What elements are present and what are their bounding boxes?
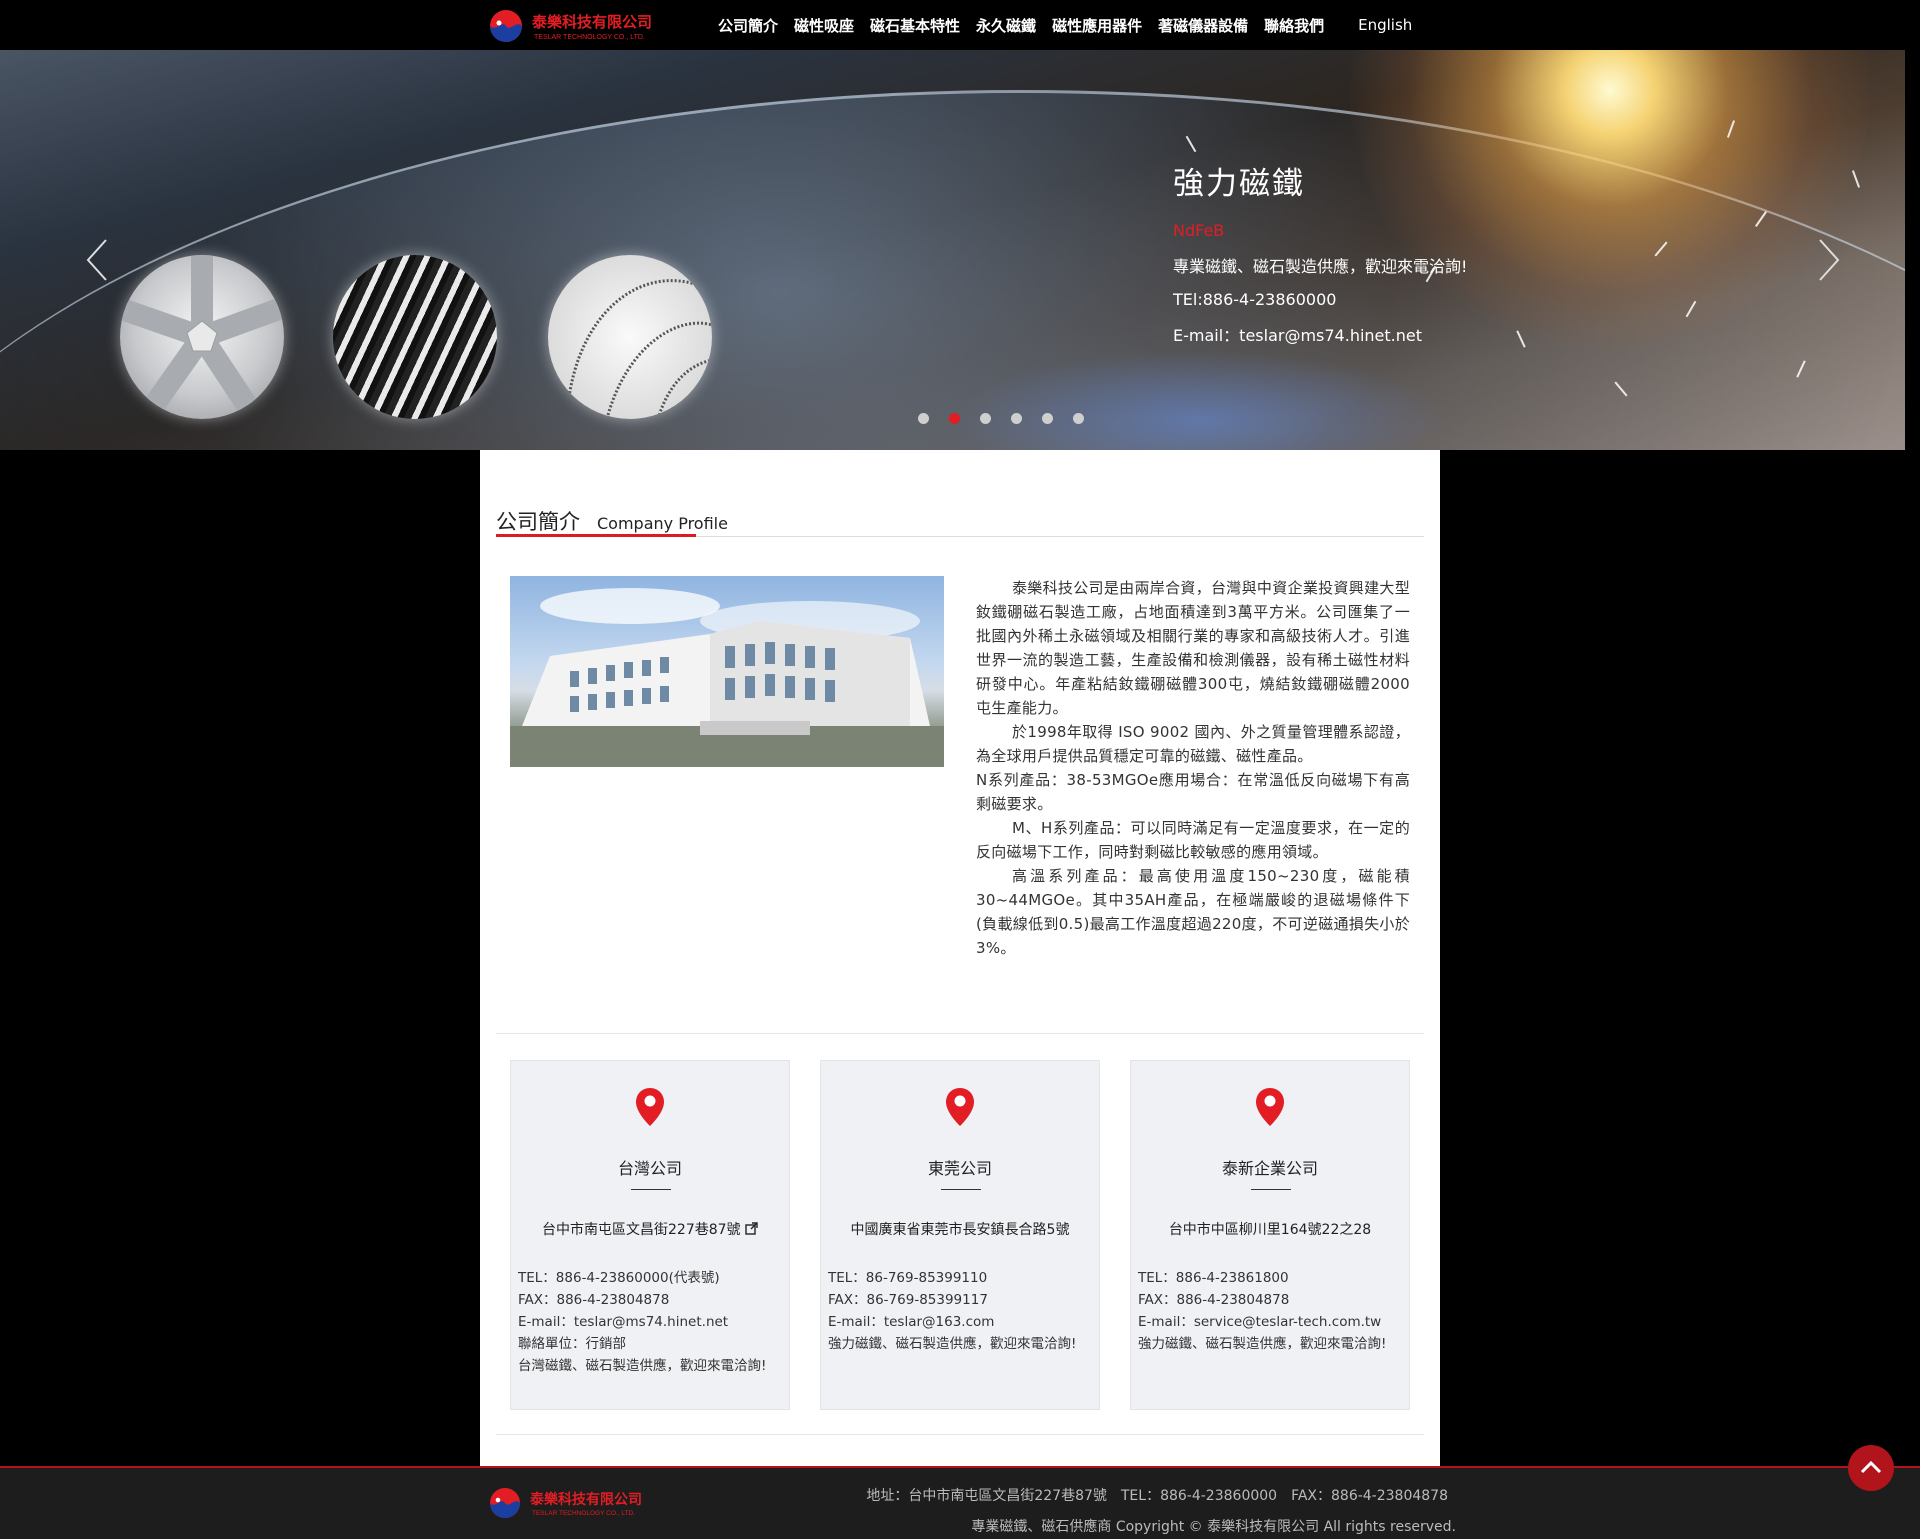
office-fax: FAX：886-4-23804878 bbox=[518, 1292, 670, 1308]
carousel-dot-5[interactable] bbox=[1042, 413, 1053, 424]
profile-paragraph: N系列產品：38-53MGOe應用場合：在常溫低反向磁場下有高剩磁要求。 bbox=[976, 771, 1410, 813]
office-address-link[interactable]: 台中市南屯區文昌街227巷87號 bbox=[511, 1219, 789, 1239]
carousel-dot-2[interactable] bbox=[949, 413, 960, 424]
map-pin-icon bbox=[1256, 1088, 1284, 1126]
back-to-top-button[interactable] bbox=[1848, 1445, 1894, 1491]
office-card-taiwan: 台灣公司 台中市南屯區文昌街227巷87號 TEL：886-4-23860000… bbox=[510, 1060, 790, 1410]
carousel-prev-button[interactable] bbox=[78, 230, 118, 290]
svg-text:TESLAR TECHNOLOGY CO., LTD.: TESLAR TECHNOLOGY CO., LTD. bbox=[534, 34, 645, 41]
carousel-indicators bbox=[918, 413, 1104, 424]
office-email[interactable]: E-mail：teslar@163.com bbox=[828, 1311, 1076, 1333]
office-contact-info: TEL：886-4-23861800 FAX：886-4-23804878 E-… bbox=[1138, 1267, 1386, 1355]
nav-item-profile[interactable]: 公司簡介 bbox=[718, 15, 778, 36]
office-name-rule bbox=[941, 1189, 981, 1190]
office-tel: TEL：886-4-23860000(代表號) bbox=[518, 1270, 720, 1286]
company-logo[interactable]: 泰樂科技有限公司 TESLAR TECHNOLOGY CO., LTD. bbox=[488, 8, 706, 44]
product-image-star-magnet bbox=[120, 255, 284, 419]
office-tel: TEL：86-769-85399110 bbox=[828, 1270, 988, 1286]
office-card-taixin: 泰新企業公司 台中市中區柳川里164號22之28 TEL：886-4-23861… bbox=[1130, 1060, 1410, 1410]
language-switch-english[interactable]: English bbox=[1358, 16, 1412, 34]
profile-paragraph: 於1998年取得 ISO 9002 國內、外之質量管理體系認證，為全球用戶提供品… bbox=[976, 723, 1410, 765]
product-image-arc-magnets bbox=[333, 255, 497, 419]
map-pin-icon bbox=[946, 1088, 974, 1126]
office-name: 泰新企業公司 bbox=[1221, 1159, 1318, 1178]
svg-text:TESLAR TECHNOLOGY CO., LTD.: TESLAR TECHNOLOGY CO., LTD. bbox=[532, 1510, 635, 1517]
banner-text-block: 強力磁鐵 NdFeB 專業磁鐵、磁石製造供應，歡迎來電洽詢! TEl:886-4… bbox=[1173, 158, 1693, 346]
office-note: 強力磁鐵、磁石製造供應，歡迎來電洽詢! bbox=[828, 1336, 1077, 1352]
carousel-dot-4[interactable] bbox=[1011, 413, 1022, 424]
nav-item-magnetic-devices[interactable]: 磁性應用器件 bbox=[1052, 15, 1142, 36]
office-note: 強力磁鐵、磁石製造供應，歡迎來電洽詢! bbox=[1138, 1336, 1387, 1352]
banner-title: 強力磁鐵 bbox=[1173, 166, 1305, 202]
carousel-dot-3[interactable] bbox=[980, 413, 991, 424]
office-email[interactable]: E-mail：service@teslar-tech.com.tw bbox=[1138, 1311, 1386, 1333]
office-card-dongguan: 東莞公司 中國廣東省東莞市長安鎮長合路5號 TEL：86-769-8539911… bbox=[820, 1060, 1100, 1410]
hero-carousel: 強力磁鐵 NdFeB 專業磁鐵、磁石製造供應，歡迎來電洽詢! TEl:886-4… bbox=[0, 50, 1905, 450]
footer-copyright: 專業磁鐵、磁石供應商 Copyright © 泰樂科技有限公司 All righ… bbox=[971, 1519, 1456, 1535]
company-profile-text: 泰樂科技公司是由兩岸合資，台灣與中資企業投資興建大型釹鐵硼磁石製造工廠，占地面積… bbox=[976, 576, 1410, 960]
chevron-up-icon bbox=[1860, 1460, 1882, 1474]
office-name: 東莞公司 bbox=[927, 1159, 992, 1178]
section-title-underline bbox=[496, 534, 696, 537]
chevron-right-icon bbox=[1819, 239, 1840, 281]
banner-email: E-mail：teslar@ms74.hinet.net bbox=[1173, 326, 1423, 345]
section-header: 公司簡介 Company Profile bbox=[496, 506, 1424, 537]
main-content: 公司簡介 Company Profile 泰樂科技公司是由兩岸合資，台灣與中資企… bbox=[480, 450, 1440, 1466]
main-nav: 公司簡介 磁性吸座 磁石基本特性 永久磁鐵 磁性應用器件 著磁儀器設備 聯絡我們… bbox=[718, 0, 1428, 50]
carousel-dot-6[interactable] bbox=[1073, 413, 1084, 424]
chevron-left-icon bbox=[86, 239, 107, 281]
office-email[interactable]: E-mail：teslar@ms74.hinet.net bbox=[518, 1311, 766, 1333]
section-divider bbox=[496, 1434, 1424, 1435]
svg-text:泰樂科技有限公司: 泰樂科技有限公司 bbox=[531, 13, 652, 31]
office-contact-info: TEL：886-4-23860000(代表號) FAX：886-4-238048… bbox=[518, 1267, 766, 1377]
banner-tel: TEl:886-4-23860000 bbox=[1173, 290, 1337, 309]
site-footer: 泰樂科技有限公司 TESLAR TECHNOLOGY CO., LTD. 地址：… bbox=[0, 1466, 1920, 1539]
svg-text:泰樂科技有限公司: 泰樂科技有限公司 bbox=[529, 1491, 642, 1508]
nav-item-magnetic-base[interactable]: 磁性吸座 bbox=[794, 15, 854, 36]
section-divider bbox=[496, 1033, 1424, 1034]
footer-logo[interactable]: 泰樂科技有限公司 TESLAR TECHNOLOGY CO., LTD. bbox=[488, 1486, 694, 1520]
office-fax: FAX：86-769-85399117 bbox=[828, 1292, 988, 1308]
top-navbar: 泰樂科技有限公司 TESLAR TECHNOLOGY CO., LTD. 公司簡… bbox=[0, 0, 1920, 50]
profile-paragraph: 高溫系列產品：最高使用溫度150~230度，磁能積30~44MGOe。其中35A… bbox=[976, 867, 1410, 957]
section-subtitle: Company Profile bbox=[597, 514, 728, 533]
nav-item-permanent-magnets[interactable]: 永久磁鐵 bbox=[976, 15, 1036, 36]
footer-address: 地址：台中市南屯區文昌街227巷87號 TEL：886-4-23860000 F… bbox=[866, 1488, 1448, 1504]
nav-item-magnet-properties[interactable]: 磁石基本特性 bbox=[870, 15, 960, 36]
product-image-ring-magnets bbox=[548, 255, 712, 419]
external-link-icon bbox=[745, 1222, 758, 1235]
office-tel: TEL：886-4-23861800 bbox=[1138, 1270, 1289, 1286]
nav-item-magnetizing-equipment[interactable]: 著磁儀器設備 bbox=[1158, 15, 1248, 36]
office-note: 台灣磁鐵、磁石製造供應，歡迎來電洽詢! bbox=[518, 1358, 767, 1374]
nav-item-contact[interactable]: 聯絡我們 bbox=[1264, 15, 1324, 36]
banner-tagline: 專業磁鐵、磁石製造供應，歡迎來電洽詢! bbox=[1173, 257, 1468, 276]
office-address: 台中市南屯區文昌街227巷87號 bbox=[542, 1222, 741, 1238]
factory-photo bbox=[510, 576, 944, 767]
profile-paragraph: M、H系列產品：可以同時滿足有一定溫度要求，在一定的反向磁場下工作，同時對剩磁比… bbox=[976, 819, 1410, 861]
office-name-rule bbox=[1251, 1189, 1291, 1190]
office-fax: FAX：886-4-23804878 bbox=[1138, 1292, 1290, 1308]
office-address: 中國廣東省東莞市長安鎮長合路5號 bbox=[850, 1222, 1070, 1238]
carousel-next-button[interactable] bbox=[1808, 230, 1848, 290]
profile-paragraph: 泰樂科技公司是由兩岸合資，台灣與中資企業投資興建大型釹鐵硼磁石製造工廠，占地面積… bbox=[976, 579, 1410, 717]
banner-subtitle: NdFeB bbox=[1173, 221, 1225, 240]
office-contact-info: TEL：86-769-85399110 FAX：86-769-85399117 … bbox=[828, 1267, 1076, 1355]
office-name: 台灣公司 bbox=[617, 1159, 682, 1178]
office-contact-unit: 聯絡單位：行銷部 bbox=[518, 1336, 626, 1352]
map-pin-icon bbox=[636, 1088, 664, 1126]
section-title: 公司簡介 bbox=[496, 510, 580, 534]
office-address: 台中市中區柳川里164號22之28 bbox=[1168, 1222, 1372, 1238]
office-name-rule bbox=[631, 1189, 671, 1190]
carousel-dot-1[interactable] bbox=[918, 413, 929, 424]
